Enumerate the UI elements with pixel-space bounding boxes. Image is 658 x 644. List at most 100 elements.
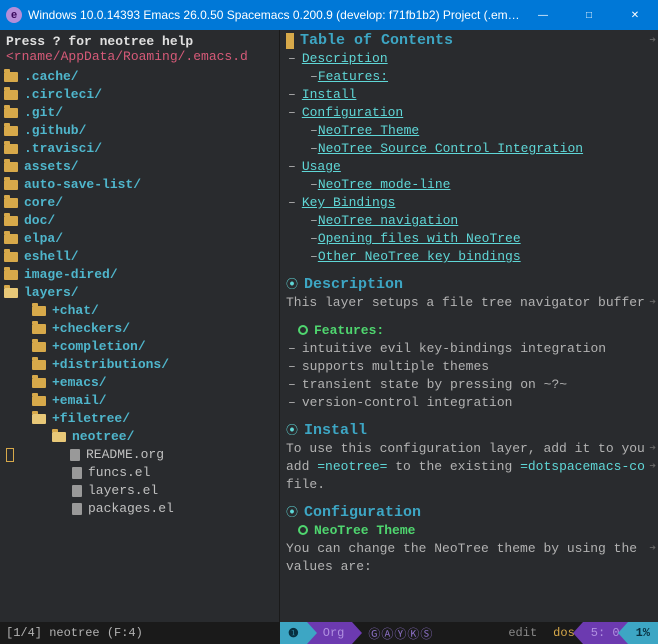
truncate-arrow-icon: ➔	[649, 458, 656, 476]
file-item[interactable]: layers.el	[4, 482, 275, 500]
toc-link-vcs[interactable]: NeoTree Source Control Integration	[318, 140, 583, 158]
folder-item[interactable]: +email/	[4, 392, 275, 410]
file-item[interactable]: funcs.el	[4, 464, 275, 482]
maximize-button[interactable]: □	[566, 0, 612, 30]
neotree-root-path: <rname/AppData/Roaming/.emacs.d	[0, 49, 279, 68]
folder-open-icon	[52, 432, 66, 442]
folder-label: .github/	[24, 122, 86, 140]
heading-text: Description	[304, 276, 403, 293]
toc-link-modeline[interactable]: NeoTree mode-line	[318, 176, 451, 194]
folder-label: eshell/	[24, 248, 79, 266]
folder-item[interactable]: +filetree/	[4, 410, 275, 428]
toc-link-theme[interactable]: NeoTree Theme	[318, 122, 419, 140]
folder-icon	[4, 144, 18, 154]
folder-item[interactable]: .github/	[4, 122, 275, 140]
folder-item[interactable]: eshell/	[4, 248, 275, 266]
folder-icon	[32, 396, 46, 406]
folder-icon	[4, 252, 18, 262]
folder-item[interactable]: core/	[4, 194, 275, 212]
toc-link-usage[interactable]: Usage	[302, 158, 341, 176]
file-icon	[72, 485, 82, 497]
theme-body: values are:	[286, 558, 652, 576]
folder-icon	[4, 270, 18, 280]
folder-label: image-dired/	[24, 266, 118, 284]
toc-link-configuration[interactable]: Configuration	[302, 104, 403, 122]
description-heading: ⦿Description	[286, 276, 652, 294]
features-heading: Features:	[286, 322, 652, 340]
folder-icon	[4, 90, 18, 100]
folder-icon	[32, 324, 46, 334]
folder-label: +emacs/	[52, 374, 107, 392]
folder-item[interactable]: +checkers/	[4, 320, 275, 338]
bullet-circle-icon	[298, 525, 308, 535]
toc-link-install[interactable]: Install	[302, 86, 357, 104]
folder-icon	[4, 234, 18, 244]
file-item[interactable]: README.org	[4, 446, 275, 464]
theme-body: You can change the NeoTree theme by usin…	[286, 540, 652, 558]
vcs-seg: edit	[500, 622, 545, 644]
toc-link-other[interactable]: Other NeoTree key bindings	[318, 248, 521, 266]
folder-neotree[interactable]: neotree/	[4, 428, 275, 446]
configuration-heading: ⦿Configuration	[286, 504, 652, 522]
org-modeline: ❶ Org ⒼⒶⓎⓀⓈ edit dos 5: 0 1%	[280, 622, 658, 644]
folder-item[interactable]: .travisci/	[4, 140, 275, 158]
neotree-pane[interactable]: Press ? for neotree help <rname/AppData/…	[0, 30, 280, 622]
install-body: add =neotree= to the existing =dotspacem…	[286, 458, 652, 476]
truncate-arrow-icon: ➔	[649, 32, 656, 50]
folder-label: .circleci/	[24, 86, 102, 104]
folder-label: .travisci/	[24, 140, 102, 158]
folder-item[interactable]: doc/	[4, 212, 275, 230]
toc-link-description[interactable]: Description	[302, 50, 388, 68]
file-label: packages.el	[88, 500, 174, 518]
toc-link-features[interactable]: Features:	[318, 68, 388, 86]
folder-item[interactable]: +completion/	[4, 338, 275, 356]
folder-item[interactable]: .cache/	[4, 68, 275, 86]
folder-item[interactable]: .git/	[4, 104, 275, 122]
feature-item: –supports multiple themes	[286, 358, 652, 376]
install-body: file.	[286, 476, 652, 494]
file-item[interactable]: packages.el	[4, 500, 275, 518]
folder-icon	[4, 162, 18, 172]
folder-icon	[32, 378, 46, 388]
neotree-modeline: [1/4] neotree (F:4)	[0, 622, 280, 644]
minimize-button[interactable]: —	[520, 0, 566, 30]
folder-icon	[4, 72, 18, 82]
heading-text: Configuration	[304, 504, 421, 521]
folder-item[interactable]: .circleci/	[4, 86, 275, 104]
folder-item[interactable]: +chat/	[4, 302, 275, 320]
folder-icon	[4, 198, 18, 208]
folder-icon	[4, 180, 18, 190]
truncate-arrow-icon: ➔	[649, 294, 656, 312]
bullet-circle-icon	[298, 325, 308, 335]
modeline: [1/4] neotree (F:4) ❶ Org ⒼⒶⓎⓀⓈ edit dos…	[0, 622, 658, 644]
folder-item[interactable]: auto-save-list/	[4, 176, 275, 194]
folder-item[interactable]: assets/	[4, 158, 275, 176]
file-tree[interactable]: .cache/.circleci/.git/.github/.travisci/…	[0, 68, 279, 622]
folder-item[interactable]: image-dired/	[4, 266, 275, 284]
close-button[interactable]: ✕	[612, 0, 658, 30]
folder-open-icon	[4, 288, 18, 298]
file-icon	[72, 503, 82, 515]
folder-label: neotree/	[72, 428, 134, 446]
folder-open-icon	[32, 414, 46, 424]
heading-text: Install	[304, 422, 367, 439]
folder-item[interactable]: +distributions/	[4, 356, 275, 374]
toc-link-keybindings[interactable]: Key Bindings	[302, 194, 396, 212]
toc-link-opening[interactable]: Opening files with NeoTree	[318, 230, 521, 248]
folder-icon	[4, 126, 18, 136]
folder-label: auto-save-list/	[24, 176, 141, 194]
folder-icon	[32, 342, 46, 352]
window-number-seg[interactable]: ❶	[280, 622, 307, 644]
folder-layers[interactable]: layers/	[4, 284, 275, 302]
heading-text: Features:	[314, 323, 384, 338]
toc-link-navigation[interactable]: NeoTree navigation	[318, 212, 458, 230]
folder-item[interactable]: elpa/	[4, 230, 275, 248]
folder-label: +checkers/	[52, 320, 130, 338]
minor-modes-seg[interactable]: ⒼⒶⓎⓀⓈ	[352, 622, 441, 644]
folder-label: core/	[24, 194, 63, 212]
folder-label: .git/	[24, 104, 63, 122]
folder-icon	[4, 108, 18, 118]
org-buffer[interactable]: Table of Contents ➔ –Description –Featur…	[280, 30, 658, 622]
folder-item[interactable]: +emacs/	[4, 374, 275, 392]
file-icon	[72, 467, 82, 479]
